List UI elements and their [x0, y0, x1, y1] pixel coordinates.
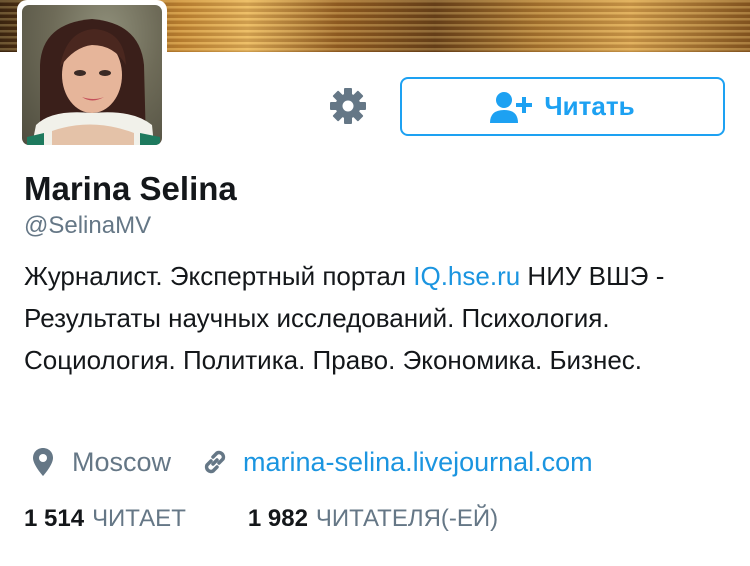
- profile-stats: 1 514 ЧИТАЕТ 1 982 ЧИТАТЕЛЯ(-ЕЙ): [24, 505, 498, 533]
- followers-count[interactable]: 1 982: [248, 505, 308, 533]
- add-user-icon: [490, 91, 533, 123]
- avatar-frame: [17, 0, 167, 150]
- avatar[interactable]: [22, 5, 162, 145]
- follow-button-label: Читать: [544, 91, 635, 121]
- gear-icon[interactable]: [328, 86, 368, 126]
- following-label[interactable]: ЧИТАЕТ: [92, 505, 186, 533]
- location-pin-icon: [33, 448, 53, 476]
- link-icon: [204, 450, 226, 474]
- followers-label[interactable]: ЧИТАТЕЛЯ(-ЕЙ): [316, 505, 498, 533]
- following-count[interactable]: 1 514: [24, 505, 84, 533]
- bio-link[interactable]: IQ.hse.ru: [413, 261, 520, 291]
- follow-button[interactable]: Читать: [400, 77, 725, 136]
- profile-website-link[interactable]: marina-selina.livejournal.com: [243, 447, 593, 478]
- profile-meta: Moscow marina-selina.livejournal.com: [24, 443, 593, 481]
- profile-bio: Журналист. Экспертный портал IQ.hse.ru Н…: [24, 255, 724, 381]
- profile-location: Moscow: [72, 446, 172, 477]
- avatar-portrait: [27, 19, 160, 145]
- profile-handle[interactable]: @SelinaMV: [24, 212, 151, 240]
- profile-name: Marina Selina: [24, 170, 237, 207]
- bio-text-start: Журналист. Экспертный портал: [24, 261, 414, 291]
